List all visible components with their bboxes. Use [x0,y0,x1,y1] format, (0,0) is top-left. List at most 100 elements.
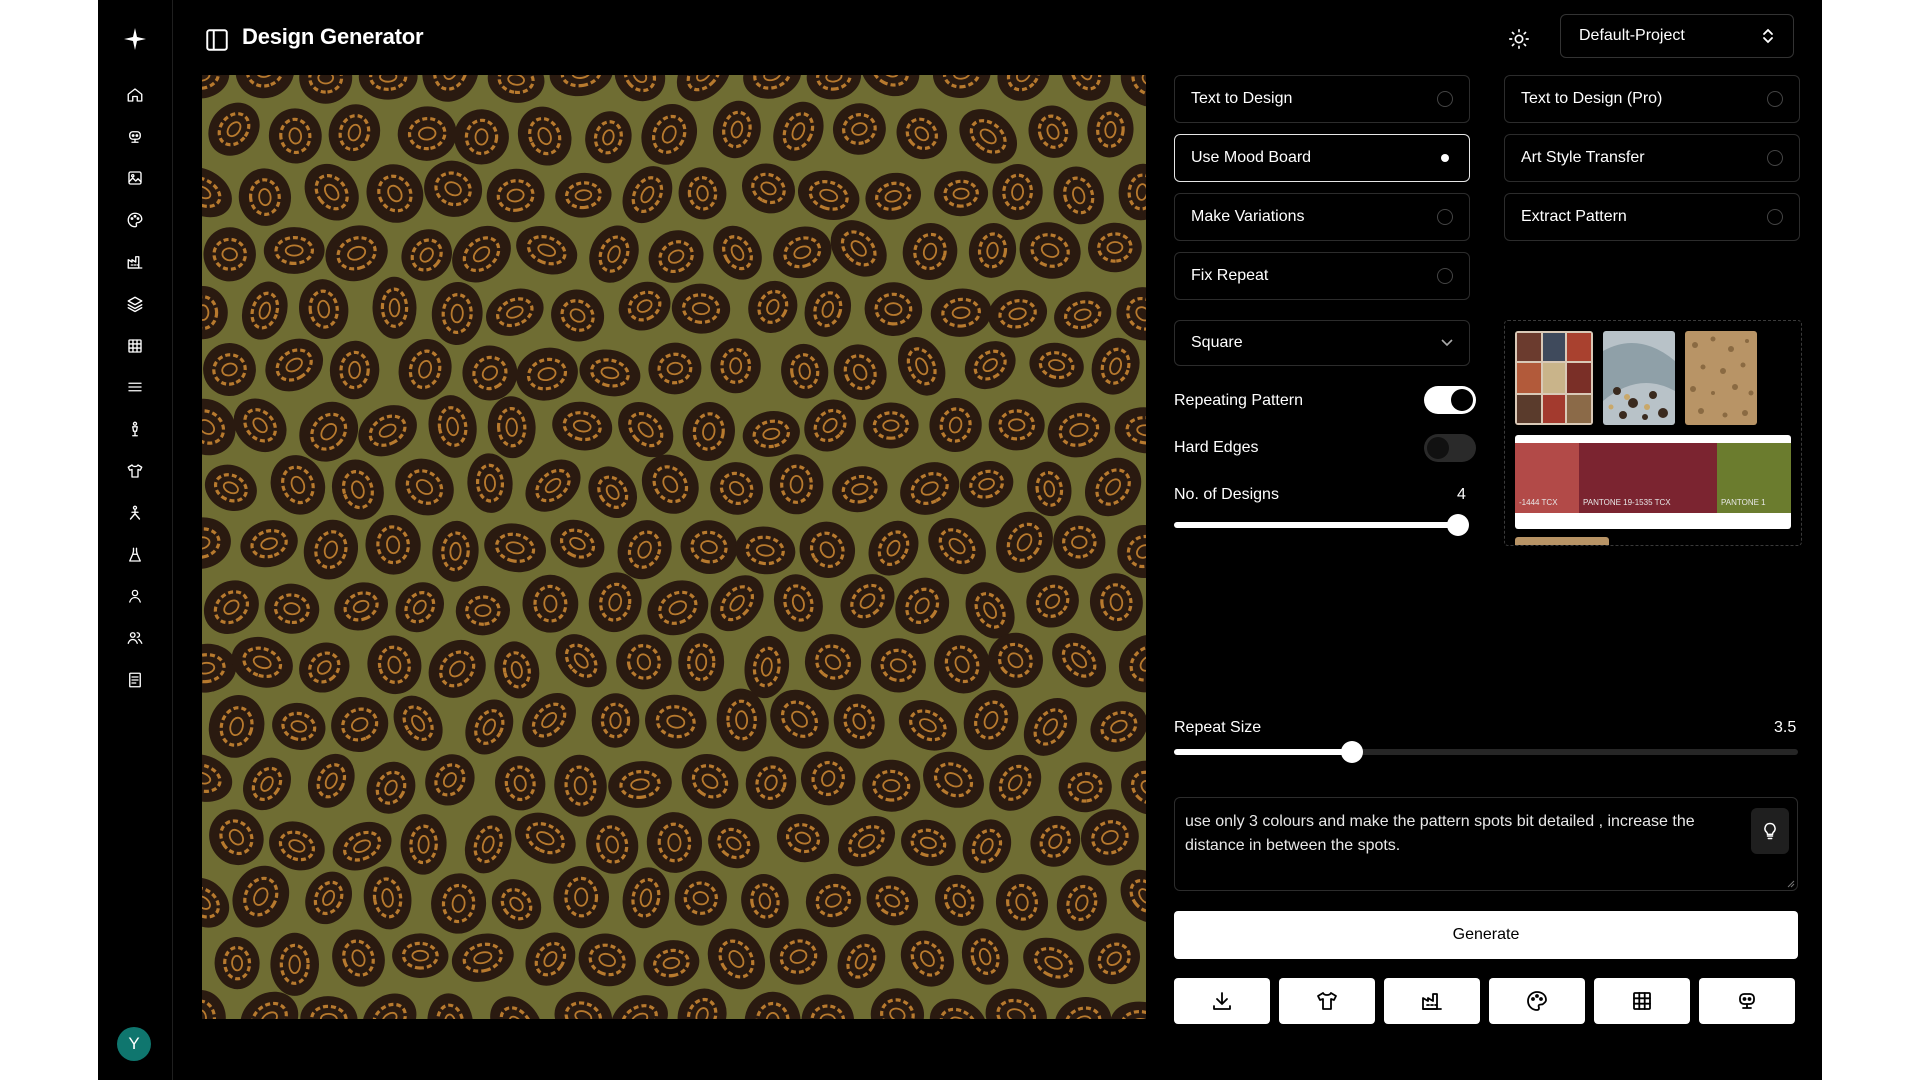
swatch-2: PANTONE 19-1535 TCX [1579,443,1717,513]
option-use-mood-board[interactable]: Use Mood Board [1174,134,1470,182]
lightbulb-icon [1764,822,1776,840]
sidebar-item-home[interactable] [98,74,172,116]
factory-icon [127,256,143,269]
option-make-variations[interactable]: Make Variations [1174,193,1470,241]
option-text-to-design[interactable]: Text to Design [1174,75,1470,123]
color-swatch-card[interactable]: -1444 TCX PANTONE 19-1535 TCX PANTONE 1 [1515,435,1791,529]
sidebar-item-grid[interactable] [98,325,172,367]
logo-icon[interactable] [118,22,152,56]
document-icon [129,672,141,688]
robot-icon [129,130,141,143]
dress-icon [129,547,141,562]
palette-icon [1527,991,1547,1011]
radio-indicator [1437,209,1453,225]
moodboard-image-partial[interactable] [1515,537,1609,545]
grid-icon [1633,992,1651,1010]
slider-thumb[interactable] [1341,741,1364,763]
designs-count-slider[interactable] [1174,514,1469,536]
option-label: Fix Repeat [1191,267,1269,284]
sidebar-item-mannequin[interactable] [98,408,172,450]
project-name: Default-Project [1579,27,1685,44]
sidebar-nav [98,74,172,701]
project-selector[interactable]: Default-Project [1560,14,1794,58]
option-art-style-transfer[interactable]: Art Style Transfer [1504,134,1800,182]
pattern-spot [553,866,609,929]
prompt-suggestion-button[interactable] [1751,808,1789,854]
generate-button[interactable]: Generate [1174,911,1798,959]
option-label: Extract Pattern [1521,208,1627,225]
hard-edges-label: Hard Edges [1174,439,1259,456]
option-extract-pattern[interactable]: Extract Pattern [1504,193,1800,241]
prompt-textarea[interactable]: use only 3 colours and make the pattern … [1174,797,1798,891]
shape-select[interactable]: Square [1174,320,1470,366]
radio-indicator [1437,91,1453,107]
slider-fill [1174,522,1458,528]
design-canvas[interactable] [202,75,1146,1019]
moodboard-image-animal-texture[interactable] [1685,331,1757,425]
sidebar-item-factory[interactable] [98,241,172,283]
menu-icon [128,383,142,392]
sidebar-item-layers[interactable] [98,283,172,325]
designs-count-label: No. of Designs [1174,486,1279,503]
chevron-updown-icon [1763,28,1773,44]
tile-preview-button[interactable] [1594,978,1690,1024]
option-text-to-design-pro[interactable]: Text to Design (Pro) [1504,75,1800,123]
repeat-size-slider[interactable] [1174,741,1798,763]
radio-indicator [1767,209,1783,225]
sidebar-item-palette[interactable] [98,199,172,241]
slider-fill [1174,749,1353,755]
grid-icon [128,338,142,353]
download-icon [1213,992,1231,1010]
figure-icon [129,505,141,520]
sidebar-item-robot[interactable] [98,116,172,158]
sidebar-item-image[interactable] [98,158,172,200]
home-icon [127,88,143,102]
moodboard-image-leopard-fabric[interactable] [1603,331,1675,425]
sidebar-item-users[interactable] [98,617,172,659]
repeating-pattern-toggle[interactable] [1424,386,1476,414]
avatar[interactable]: Y [117,1027,151,1061]
palette-icon [127,212,143,228]
repeating-pattern-label: Repeating Pattern [1174,392,1303,409]
theme-toggle-button[interactable] [1506,26,1532,52]
recolor-button[interactable] [1489,978,1585,1024]
app-window: Y Design Generator Default-Project Text … [98,0,1822,1080]
apply-to-garment-button[interactable] [1279,978,1375,1024]
layers-icon [127,296,143,313]
option-label: Use Mood Board [1191,149,1312,166]
sidebar: Y [98,0,173,1080]
ai-assistant-button[interactable] [1699,978,1795,1024]
hard-edges-toggle[interactable] [1424,434,1476,462]
shape-value: Square [1191,334,1243,351]
radio-indicator-selected [1437,150,1453,166]
download-button[interactable] [1174,978,1270,1024]
radio-indicator [1767,91,1783,107]
option-label: Art Style Transfer [1521,149,1645,166]
option-fix-repeat[interactable]: Fix Repeat [1174,252,1470,300]
option-label: Make Variations [1191,208,1305,225]
sidebar-item-shirt[interactable] [98,450,172,492]
repeat-size-value: 3.5 [1774,719,1797,736]
production-button[interactable] [1384,978,1480,1024]
resize-handle-icon[interactable] [1787,880,1795,888]
panel-toggle-icon[interactable] [204,27,230,53]
option-label: Text to Design (Pro) [1521,90,1663,107]
radio-indicator [1437,268,1453,284]
sidebar-item-menu[interactable] [98,367,172,409]
moodboard-image-fashion-collage[interactable] [1515,331,1593,425]
slider-thumb[interactable] [1447,514,1469,536]
factory-icon [1422,993,1442,1010]
sidebar-item-user[interactable] [98,576,172,618]
repeat-size-label: Repeat Size [1174,719,1262,736]
pattern-spot [270,932,319,996]
generated-pattern-image [202,75,1146,1019]
sidebar-item-dress[interactable] [98,534,172,576]
moodboard-panel[interactable]: -1444 TCX PANTONE 19-1535 TCX PANTONE 1 [1504,320,1802,546]
prompt-text[interactable]: use only 3 colours and make the pattern … [1185,810,1735,858]
sidebar-item-figure[interactable] [98,492,172,534]
swatch-1: -1444 TCX [1515,443,1579,513]
sidebar-item-document[interactable] [98,659,172,701]
mannequin-icon [132,421,138,437]
robot-icon [1739,993,1755,1009]
designs-count-value: 4 [1457,486,1466,503]
